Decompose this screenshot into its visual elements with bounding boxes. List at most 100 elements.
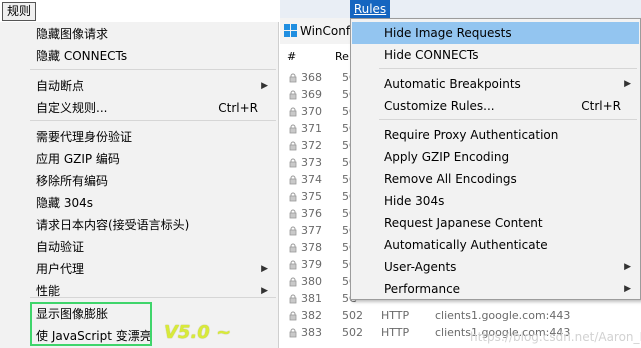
en-menu-item[interactable]: Hide CONNECTs — [352, 44, 639, 66]
row-number: 374 — [301, 173, 322, 186]
lock-icon — [288, 311, 298, 321]
cn-menu-item[interactable]: 隐藏 304s — [0, 192, 278, 214]
row-number: 379 — [301, 258, 322, 271]
en-rules-menu-label: Rules — [353, 2, 387, 16]
lock-icon — [288, 141, 298, 151]
row-result: 502 — [342, 326, 363, 339]
en-menu-item[interactable]: Customize Rules... Ctrl+R — [352, 95, 639, 117]
menu-separator — [30, 120, 276, 121]
lock-icon — [288, 277, 298, 287]
en-menu-item-label: Apply GZIP Encoding — [384, 150, 510, 164]
winconfig-button-label[interactable]: WinConf — [300, 24, 350, 38]
cn-menu-item-label: 隐藏图像请求 — [36, 27, 109, 41]
lock-icon — [288, 90, 298, 100]
en-menu-item[interactable]: Hide Image Requests — [352, 22, 639, 44]
lock-icon — [288, 294, 298, 304]
cn-menu-item[interactable]: 隐藏图像请求 — [0, 23, 278, 45]
submenu-arrow-icon: ▶ — [624, 79, 631, 89]
lock-icon — [288, 107, 298, 117]
submenu-arrow-icon: ▶ — [261, 81, 268, 91]
lock-icon — [288, 328, 298, 338]
cn-menu-item-label: 隐藏 304s — [36, 196, 93, 210]
en-menu-item[interactable]: Automatic Breakpoints ▶ — [352, 73, 639, 95]
cn-menubar — [0, 0, 280, 22]
row-number: 372 — [301, 139, 322, 152]
cn-menu-item[interactable]: 自定义规则... Ctrl+R — [0, 97, 278, 119]
cn-menu-item[interactable]: 自动验证 — [0, 236, 278, 258]
submenu-arrow-icon: ▶ — [261, 286, 268, 296]
lock-icon — [288, 192, 298, 202]
row-number: 368 — [301, 71, 322, 84]
row-number: 375 — [301, 190, 322, 203]
en-menu-item-label: Require Proxy Authentication — [384, 128, 559, 142]
en-menu-item[interactable]: Remove All Encodings — [352, 168, 639, 190]
cn-menu-item-label: 移除所有编码 — [36, 174, 109, 188]
en-rules-menu-tab[interactable]: Rules — [350, 0, 390, 18]
row-result: 502 — [342, 309, 363, 322]
lock-icon — [288, 243, 298, 253]
cn-menu-item-label: 自动验证 — [36, 240, 85, 254]
en-menu-item-label: Performance — [384, 282, 461, 296]
en-menu-item[interactable]: Request Japanese Content — [352, 212, 639, 234]
row-number: 381 — [301, 292, 322, 305]
en-menu-item-label: Remove All Encodings — [384, 172, 517, 186]
en-menu-item[interactable]: Performance ▶ — [352, 278, 639, 300]
column-header-number[interactable]: # — [287, 50, 296, 63]
new-items-highlight-box — [30, 302, 152, 346]
en-menu-item[interactable]: Hide 304s — [352, 190, 639, 212]
en-menu-item-label: Hide CONNECTs — [384, 48, 479, 62]
cn-menu-item-label: 需要代理身份验证 — [36, 130, 133, 144]
column-header-result[interactable]: Re — [335, 50, 349, 63]
table-row[interactable]: 382 502 HTTP clients1.google.com:443 — [280, 308, 641, 325]
shortcut-text: Ctrl+R — [218, 101, 258, 115]
row-host: clients1.google.com:443 — [435, 309, 571, 322]
menu-separator — [379, 119, 637, 120]
row-number: 373 — [301, 156, 322, 169]
en-menu-item[interactable]: Automatically Authenticate — [352, 234, 639, 256]
cn-menu-item[interactable]: 请求日本内容(接受语言标头) — [0, 214, 278, 236]
cn-menu-item[interactable]: 需要代理身份验证 — [0, 126, 278, 148]
lock-icon — [288, 158, 298, 168]
cn-menu-item-label: 用户代理 — [36, 262, 85, 276]
lock-icon — [288, 260, 298, 270]
en-menu-item[interactable]: Apply GZIP Encoding — [352, 146, 639, 168]
cn-menu-item-label: 自动断点 — [36, 79, 85, 93]
en-menu-item-label: Automatically Authenticate — [384, 238, 548, 252]
submenu-arrow-icon: ▶ — [261, 264, 268, 274]
en-menu-item[interactable]: Require Proxy Authentication — [352, 124, 639, 146]
row-protocol: HTTP — [381, 309, 410, 322]
fiddler-toolbar-strip — [280, 0, 641, 18]
submenu-arrow-icon: ▶ — [624, 284, 631, 294]
cn-menu-item[interactable]: 用户代理 ▶ — [0, 258, 278, 280]
cn-menu-item[interactable]: 性能 ▶ — [0, 280, 278, 302]
cn-menu-item[interactable]: 隐藏 CONNECTs — [0, 45, 278, 67]
cn-menu-item[interactable]: 移除所有编码 — [0, 170, 278, 192]
row-number: 380 — [301, 275, 322, 288]
row-number: 376 — [301, 207, 322, 220]
row-number: 378 — [301, 241, 322, 254]
cn-menu-item[interactable]: 应用 GZIP 编码 — [0, 148, 278, 170]
cn-rules-menu-button[interactable]: 规则 — [2, 2, 36, 21]
shortcut-text: Ctrl+R — [581, 99, 621, 113]
en-menu-item-label: Hide 304s — [384, 194, 445, 208]
en-menu-item-label: Request Japanese Content — [384, 216, 543, 230]
lock-icon — [288, 73, 298, 83]
cn-menu-item-label: 应用 GZIP 编码 — [36, 152, 120, 166]
en-menu-item-label: Automatic Breakpoints — [384, 77, 521, 91]
row-number: 383 — [301, 326, 322, 339]
lock-icon — [288, 175, 298, 185]
submenu-arrow-icon: ▶ — [624, 262, 631, 272]
menu-separator — [30, 69, 276, 70]
row-number: 371 — [301, 122, 322, 135]
row-number: 382 — [301, 309, 322, 322]
watermark-text: https://blog.csdn.net/Aaron_Miller — [470, 330, 641, 344]
cn-rules-dropdown: 隐藏图像请求隐藏 CONNECTs 自动断点 ▶ 自定义规则... Ctrl+R 需要代理… — [0, 22, 279, 348]
cn-menu-item-label: 隐藏 CONNECTs — [36, 49, 128, 63]
cn-menu-item[interactable]: 自动断点 ▶ — [0, 75, 278, 97]
en-menu-item[interactable]: User-Agents ▶ — [352, 256, 639, 278]
lock-icon — [288, 124, 298, 134]
windows-logo-icon — [284, 24, 298, 38]
lock-icon — [288, 226, 298, 236]
menu-separator — [379, 68, 637, 69]
cn-menu-item-label: 性能 — [36, 284, 61, 298]
